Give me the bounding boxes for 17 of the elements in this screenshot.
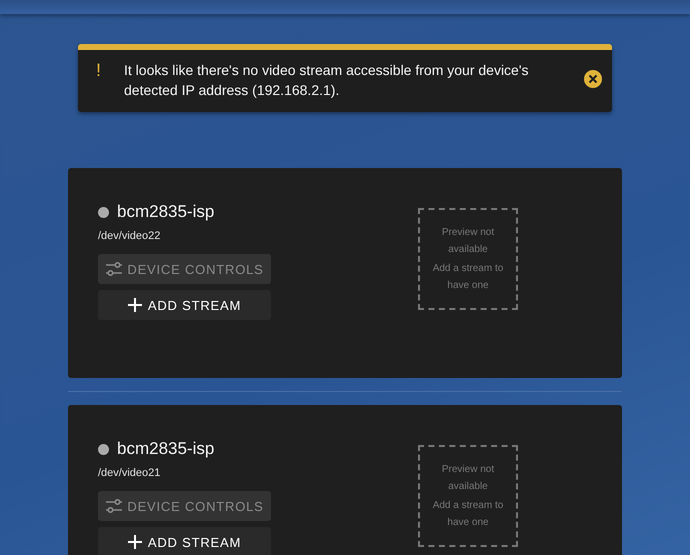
warning-icon: ! — [96, 60, 124, 80]
preview-text: Add a stream to have one — [432, 499, 504, 530]
plus-icon — [128, 535, 142, 549]
preview-text: Add a stream to have one — [432, 262, 504, 293]
alert-message: It looks like there's no video stream accessible from your device's detected IP address (192.168.2.1). — [124, 61, 530, 100]
sliders-icon — [105, 498, 124, 514]
plus-icon — [128, 298, 142, 312]
device-name: bcm2835-isp — [117, 202, 214, 222]
preview-text: Preview not available — [440, 463, 496, 494]
device-name: bcm2835-isp — [117, 439, 214, 459]
device-path: /dev/video21 — [98, 467, 162, 479]
sliders-icon — [105, 261, 124, 277]
device-path: /dev/video22 — [98, 230, 162, 242]
preview-text: Preview not available — [440, 226, 496, 257]
add-stream-button[interactable]: ADD STREAM — [98, 527, 271, 555]
add-stream-button[interactable]: ADD STREAM — [98, 290, 271, 320]
close-icon[interactable] — [584, 70, 602, 88]
